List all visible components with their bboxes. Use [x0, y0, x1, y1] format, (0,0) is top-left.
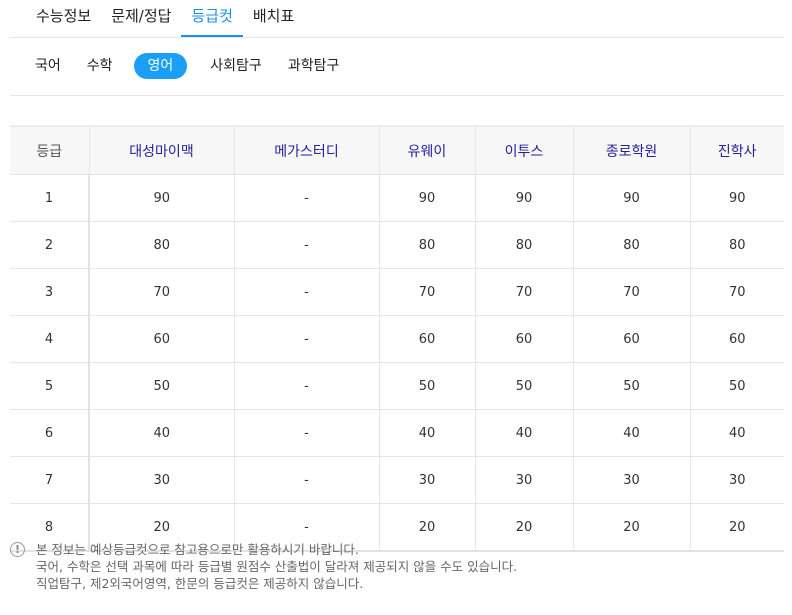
cut-score-cell: -	[233, 315, 379, 363]
header-jinhak: 진학사	[689, 126, 784, 175]
grade-cell: 7	[10, 456, 90, 504]
cut-score-cell: 30	[378, 456, 475, 504]
cut-score-cell: 80	[572, 221, 690, 269]
tab-suneung-info[interactable]: 수능정보	[10, 0, 101, 37]
header-megastudy: 메가스터디	[233, 126, 379, 175]
grade-cell: 1	[10, 174, 90, 222]
cut-score-cell: 60	[378, 315, 475, 363]
notice: ! 본 정보는 예상등급컷으로 참고용으로만 활용하시기 바랍니다. 국어, 수…	[10, 541, 780, 592]
subject-science[interactable]: 과학탐구	[277, 53, 351, 79]
table-row: 1 90-90 90 90 90	[10, 174, 784, 222]
cut-score-cell: 50	[474, 362, 573, 410]
subject-filter: 국어 수학 영어 사회탐구 과학탐구	[10, 37, 784, 96]
cut-score-cell: 70	[378, 268, 475, 316]
page: 수능정보 문제/정답 등급컷 배치표 국어 수학 영어 사회탐구 과학탐구 등급…	[0, 0, 792, 615]
cut-score-cell: 40	[474, 409, 573, 457]
tab-questions-answers[interactable]: 문제/정답	[101, 0, 181, 37]
cut-score-cell: 60	[689, 315, 784, 363]
header-jongro: 종로학원	[572, 126, 690, 175]
cut-score-cell: 60	[572, 315, 690, 363]
cut-score-cell: 60	[88, 315, 234, 363]
cut-score-cell: 90	[474, 174, 573, 222]
cut-score-cell: -	[233, 409, 379, 457]
cut-score-cell: 70	[88, 268, 234, 316]
cut-score-cell: -	[233, 268, 379, 316]
subject-social-studies[interactable]: 사회탐구	[199, 53, 273, 79]
header-etoos: 이투스	[474, 126, 573, 175]
table-row: 2 80-80 80 80 80	[10, 221, 784, 269]
header-daesung: 대성마이맥	[88, 126, 234, 175]
header-uway: 유웨이	[378, 126, 475, 175]
grade-cell: 2	[10, 221, 90, 269]
cut-score-cell: 90	[572, 174, 690, 222]
cut-score-cell: 80	[689, 221, 784, 269]
cut-score-cell: 40	[689, 409, 784, 457]
cut-score-cell: 80	[378, 221, 475, 269]
cut-score-cell: -	[233, 362, 379, 410]
cut-score-cell: 80	[88, 221, 234, 269]
cut-score-cell: 40	[572, 409, 690, 457]
grade-cell: 3	[10, 268, 90, 316]
cut-score-cell: -	[233, 456, 379, 504]
cut-score-cell: -	[233, 174, 379, 222]
cut-score-cell: 70	[689, 268, 784, 316]
cut-score-cell: 30	[474, 456, 573, 504]
tab-grade-cut[interactable]: 등급컷	[181, 0, 243, 37]
main-tabs: 수능정보 문제/정답 등급컷 배치표	[10, 0, 784, 38]
cut-score-cell: 50	[572, 362, 690, 410]
cut-score-cell: 30	[572, 456, 690, 504]
notice-line: 직업탐구, 제2외국어영역, 한문의 등급컷은 제공하지 않습니다.	[36, 576, 364, 591]
cut-score-cell: 90	[378, 174, 475, 222]
subject-math[interactable]: 수학	[76, 53, 124, 79]
table-row: 3 70-70 70 70 70	[10, 268, 784, 316]
subject-english[interactable]: 영어	[133, 53, 188, 79]
notice-line: 본 정보는 예상등급컷으로 참고용으로만 활용하시기 바랍니다.	[36, 542, 359, 557]
cut-score-cell: 30	[88, 456, 234, 504]
table-header-row: 등급 대성마이맥 메가스터디 유웨이 이투스 종로학원 진학사	[10, 126, 784, 175]
cut-score-cell: 80	[474, 221, 573, 269]
grade-cut-table: 등급 대성마이맥 메가스터디 유웨이 이투스 종로학원 진학사 1 90-90 90…	[10, 125, 784, 552]
cut-score-cell: 90	[689, 174, 784, 222]
cut-score-cell: 30	[689, 456, 784, 504]
notice-line: 국어, 수학은 선택 과목에 따라 등급별 원점수 산출법이 달라져 제공되지 …	[36, 559, 518, 574]
cut-score-cell: -	[233, 221, 379, 269]
header-grade: 등급	[10, 126, 89, 175]
table-row: 6 40-40 40 40 40	[10, 409, 784, 457]
grade-cell: 4	[10, 315, 90, 363]
cut-score-cell: 60	[474, 315, 573, 363]
tab-placement-chart[interactable]: 배치표	[243, 0, 304, 37]
cut-score-cell: 40	[378, 409, 475, 457]
grade-cell: 6	[10, 409, 90, 457]
cut-score-cell: 50	[689, 362, 784, 410]
cut-score-cell: 70	[572, 268, 690, 316]
exclamation-icon: !	[10, 542, 25, 557]
cut-score-cell: 70	[474, 268, 573, 316]
cut-score-cell: 50	[88, 362, 234, 410]
table-row: 5 50-50 50 50 50	[10, 362, 784, 410]
table-row: 4 60-60 60 60 60	[10, 315, 784, 363]
subject-korean[interactable]: 국어	[24, 53, 72, 79]
cut-score-cell: 50	[378, 362, 475, 410]
cut-score-cell: 90	[88, 174, 234, 222]
table-row: 7 30-30 30 30 30	[10, 456, 784, 504]
cut-score-cell: 40	[88, 409, 234, 457]
grade-cell: 5	[10, 362, 90, 410]
